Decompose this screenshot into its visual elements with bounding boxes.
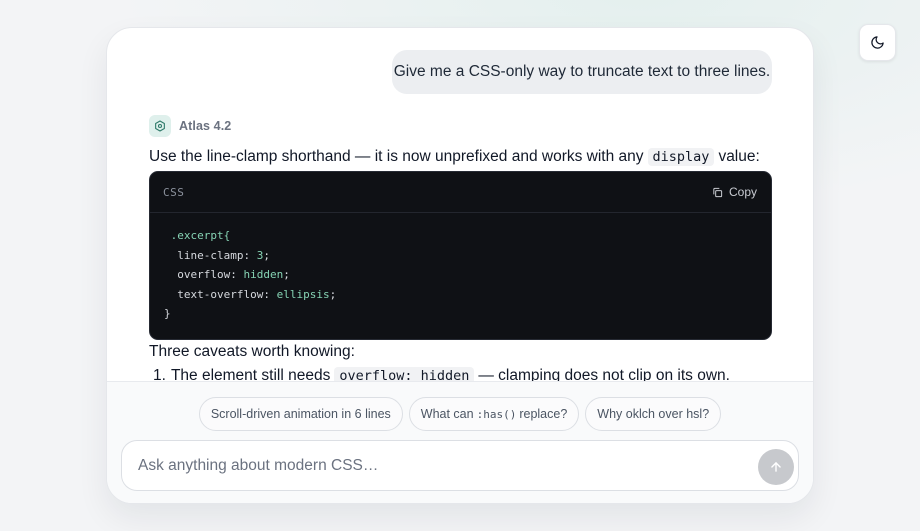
code-line: line-clamp: 3; xyxy=(177,248,270,262)
assistant-header: Atlas 4.2 xyxy=(149,115,231,137)
assistant-name: Atlas 4.2 xyxy=(179,119,232,133)
composer-area: Scroll-driven animation in 6 lines What … xyxy=(107,381,813,503)
code-line: overflow: hidden; xyxy=(177,268,290,281)
list-number: 1. xyxy=(153,367,166,381)
chat-panel: Give me a CSS-only way to truncate text … xyxy=(106,27,814,504)
user-message: Give me a CSS-only way to truncate text … xyxy=(392,50,772,94)
list-item-text-end: — clamping does not clip on its own. xyxy=(478,367,730,381)
code-selector: .excerpt{ xyxy=(170,229,231,242)
code-line: .excerpt{ xyxy=(164,226,757,246)
message-input[interactable] xyxy=(138,441,738,490)
code-brace: } xyxy=(164,307,171,320)
code-line: text-overflow: ellipsis; xyxy=(177,287,337,301)
answer-intro: Use the line-clamp shorthand — it is now… xyxy=(149,148,760,166)
followup-text: Three caveats worth knowing: xyxy=(149,343,355,360)
suggestion-chip[interactable]: What can :has() replace? xyxy=(408,397,580,431)
copy-button-label: Copy xyxy=(728,185,757,199)
code-body: .excerpt{ line-clamp: 3; overflow: hidde… xyxy=(150,213,771,324)
composer xyxy=(121,440,799,491)
arrow-up-icon xyxy=(771,462,781,472)
copy-button[interactable]: Copy xyxy=(712,185,757,199)
theme-toggle-button[interactable] xyxy=(859,24,896,61)
code-property: text-overflow: xyxy=(177,287,277,301)
code-block-header: CSS Copy xyxy=(150,172,771,213)
answer-intro-text-end: value: xyxy=(718,148,760,165)
suggestion-chips: Scroll-driven animation in 6 lines What … xyxy=(107,397,813,431)
inline-code: overflow: hidden xyxy=(334,367,475,381)
code-block: CSS Copy .excerpt{ line-clamp: 3; overfl… xyxy=(149,171,772,340)
caveat-list: 1. The element still needs overflow: hid… xyxy=(149,367,730,381)
inline-code: :has() xyxy=(476,407,517,421)
send-button[interactable] xyxy=(758,449,794,485)
message-thread[interactable]: Give me a CSS-only way to truncate text … xyxy=(107,28,813,381)
code-value: hidden xyxy=(243,268,284,281)
code-language-label: CSS xyxy=(163,185,185,199)
code-line: } xyxy=(164,304,757,324)
suggestion-chip[interactable]: Why oklch over hsl? xyxy=(585,397,722,431)
inline-code: display xyxy=(647,148,715,166)
code-property: line-clamp: xyxy=(177,248,257,262)
answer-intro-text: Use the line-clamp shorthand — it is now… xyxy=(149,148,644,165)
suggestion-chip[interactable]: Scroll-driven animation in 6 lines xyxy=(198,397,403,431)
hexagon-icon xyxy=(155,120,165,132)
list-item: 1. The element still needs overflow: hid… xyxy=(149,367,730,381)
moon-icon xyxy=(871,36,884,49)
code-value: ellipsis xyxy=(276,287,330,301)
copy-icon xyxy=(713,187,723,197)
assistant-avatar xyxy=(149,115,171,137)
code-property: overflow: xyxy=(177,268,244,281)
list-item-text: The element still needs xyxy=(170,367,331,381)
